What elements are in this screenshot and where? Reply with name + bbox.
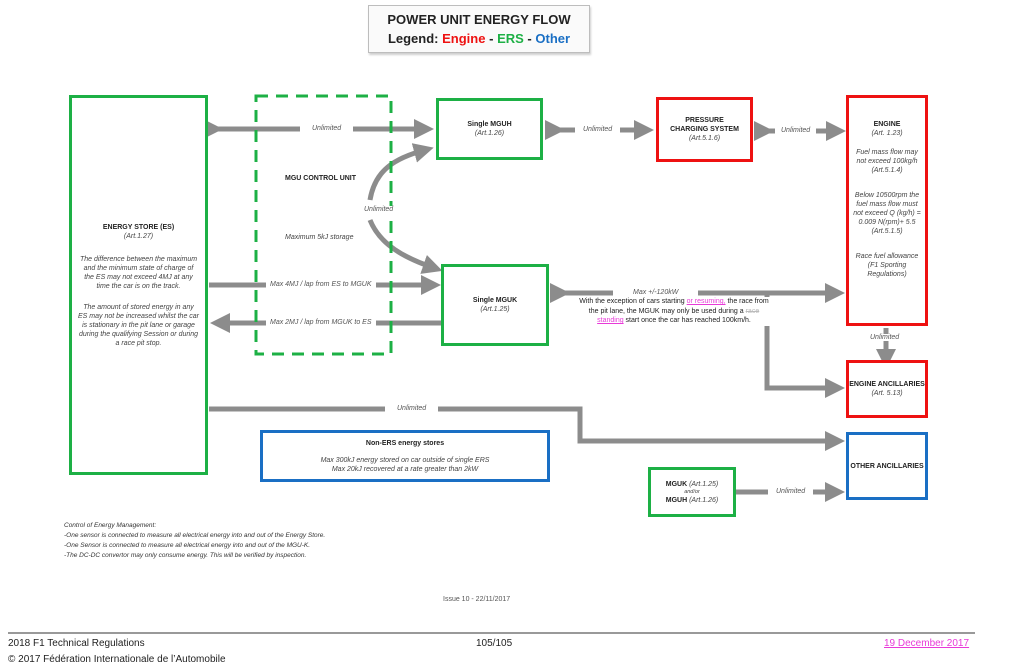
flow-label-es-other: Unlimited [385, 405, 439, 412]
flow-label-mguh-pcs: Unlimited [575, 126, 621, 133]
flow-label-es-mguh: Unlimited [300, 125, 354, 132]
footer-divider [8, 632, 975, 634]
non-ers-line-2: Max 20kJ recovered at a rate greater tha… [331, 465, 479, 473]
mguk-usage-note: With the exception of cars starting or r… [578, 297, 770, 326]
mguk-note-deletion: race [745, 307, 760, 315]
mguk-note-insertion-1: or resuming, [686, 298, 726, 305]
footer-copyright: © 2017 Fédération Internationale de l’Au… [8, 654, 226, 665]
notes-title: Control of Energy Management: [64, 522, 157, 529]
non-ers-title: Non-ERS energy stores [365, 439, 445, 447]
non-ers-line-1: Max 300kJ energy stored on car outside o… [320, 456, 490, 464]
pressure-charging-title: PRESSURE CHARGING SYSTEM [670, 117, 739, 133]
notes-line: -One Sensor is connected to measure all … [64, 542, 311, 549]
mguk-note-text-a: With the exception of cars starting [579, 298, 687, 305]
energy-store-article: (Art.1.27) [123, 232, 154, 240]
energy-management-notes: Control of Energy Management: -One senso… [64, 521, 325, 561]
engine-node: ENGINE (Art. 1.23) Fuel mass flow may no… [846, 95, 928, 326]
other-ancillaries-title: OTHER ANCILLARIES [850, 462, 924, 470]
other-ancillaries-node: OTHER ANCILLARIES [846, 432, 928, 500]
engine-ancillaries-node: ENGINE ANCILLARIES (Art. 5.13) [846, 360, 928, 418]
mgu-control-unit-note: Maximum 5kJ storage [285, 234, 354, 241]
flow-label-mguk-to-es: Max 2MJ / lap from MGUK to ES [266, 319, 376, 326]
flow-label-mguh-mguk: Unlimited [362, 206, 396, 213]
notes-line: -One sensor is connected to measure all … [64, 532, 326, 539]
energy-store-note-2: The amount of stored energy in any ES ma… [78, 303, 200, 347]
mguk-node: Single MGUK (Art.1.25) [441, 264, 549, 346]
arrow-curve-to-mguk [367, 218, 443, 274]
energy-store-note-1: The difference between the maximum and t… [79, 255, 198, 290]
mguk-article: (Art.1.25) [480, 306, 510, 313]
mguk-note-text-c: start once the car has reached 100km/h. [623, 317, 751, 324]
energy-store-node: ENERGY STORE (ES) (Art.1.27) The differe… [69, 95, 208, 475]
mguk-note-insertion-2: standing [597, 317, 624, 324]
pressure-charging-node: PRESSURE CHARGING SYSTEM (Art.5.1.6) [656, 97, 753, 162]
issue-label: Issue 10 - 22/11/2017 [443, 596, 511, 603]
mguh-label: MGUH [665, 496, 688, 504]
mguk-article-small: (Art.1.25) [689, 480, 719, 488]
flow-label-es-to-mguk: Max 4MJ / lap from ES to MGUK [266, 281, 376, 288]
flow-label-pcs-engine: Unlimited [775, 127, 817, 134]
mguh-article-small: (Art.1.26) [689, 496, 719, 504]
andor-label: and/or [684, 488, 700, 495]
mguk-mguh-node: MGUK (Art.1.25) and/or MGUH (Art.1.26) [648, 467, 736, 517]
engine-article: (Art. 1.23) [871, 130, 903, 137]
flow-label-mguk-engine: Max +/-120kW [613, 289, 699, 296]
engine-ancillaries-title: ENGINE ANCILLARIES [849, 381, 925, 388]
energy-store-title: ENERGY STORE (ES) [102, 223, 175, 231]
mguk-label: MGUK [665, 480, 688, 488]
engine-note-1: Fuel mass flow may not exceed 100kg/h (A… [856, 149, 918, 174]
engine-note-2: Below 10500rpm the fuel mass flow must n… [853, 192, 921, 235]
footer-doc-title: 2018 F1 Technical Regulations [8, 638, 145, 649]
flow-label-mgu-other: Unlimited [768, 488, 814, 495]
mguh-title: Single MGUH [467, 121, 512, 128]
non-ers-node: Non-ERS energy stores Max 300kJ energy s… [260, 430, 550, 482]
flow-label-engine-ancillaries: Unlimited [870, 334, 900, 341]
notes-line: -The DC-DC convertor may only consume en… [64, 552, 307, 559]
engine-title: ENGINE [873, 121, 901, 128]
mguh-article: (Art.1.26) [474, 130, 505, 137]
engine-note-3: Race fuel allowance (F1 Sporting Regulat… [855, 253, 919, 278]
engine-ancillaries-article: (Art. 5.13) [871, 390, 903, 397]
pressure-charging-article: (Art.5.1.6) [688, 135, 721, 142]
footer-date: 19 December 2017 [884, 638, 970, 649]
arrow-curve-to-mguh [367, 143, 434, 201]
mgu-control-unit-title: MGU CONTROL UNIT [285, 175, 357, 182]
arrow-to-engine-ancillaries [764, 293, 845, 398]
mguk-title: Single MGUK [472, 297, 518, 304]
mguh-node: Single MGUH (Art.1.26) [436, 98, 543, 160]
footer-page-number: 105/105 [476, 638, 513, 649]
